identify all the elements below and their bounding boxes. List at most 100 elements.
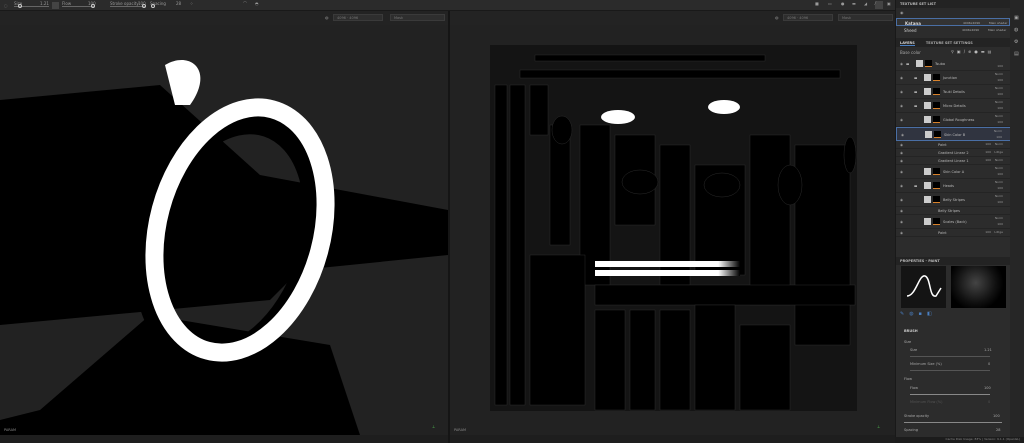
blend-mode[interactable]: Norm xyxy=(994,129,1002,133)
brush-section[interactable]: BRUSH xyxy=(904,329,918,333)
stroke-opacity-slider[interactable] xyxy=(110,6,146,7)
visibility-eye-icon[interactable]: ◉ xyxy=(900,118,903,122)
export-icon[interactable]: ▣ xyxy=(887,1,891,6)
flow-value[interactable]: 100 xyxy=(984,386,991,390)
blend-mode[interactable]: Norm xyxy=(995,166,1003,170)
blend-mode[interactable]: LiDge xyxy=(994,230,1003,234)
layer-sublayer[interactable]: ◉ Gradient Linear 1 Norm 100 xyxy=(896,157,1011,165)
layer-sublayer[interactable]: ◉ Paint LiDge 100 xyxy=(896,229,1011,237)
visibility-eye-icon[interactable]: ◉ xyxy=(901,133,904,137)
channel-select[interactable]: Base color xyxy=(900,50,921,55)
flow-slider[interactable] xyxy=(62,6,94,7)
visibility-eye-icon[interactable]: ◉ xyxy=(900,151,903,155)
blend-mode[interactable]: Norm xyxy=(995,158,1003,162)
tab-texture-set-settings[interactable]: TEXTURE SET SETTINGS xyxy=(926,41,973,45)
blend-mode[interactable]: Norm xyxy=(995,142,1003,146)
visibility-eye-icon[interactable]: ◉ xyxy=(900,231,903,235)
visibility-eye-icon[interactable]: ◉ xyxy=(900,104,903,108)
layer-opacity[interactable]: 100 xyxy=(997,92,1003,96)
stroke-opacity-slider[interactable] xyxy=(904,422,1002,423)
blend-mode[interactable]: Norm xyxy=(995,72,1003,76)
layer-opacity[interactable]: 100 xyxy=(997,120,1003,124)
min-size-slider[interactable] xyxy=(910,370,990,371)
size-value[interactable]: 1.21 xyxy=(984,348,992,352)
layer-row[interactable]: ◉ Skin Color B Norm 100 xyxy=(896,127,1011,141)
visibility-eye-icon[interactable]: ◉ xyxy=(900,143,903,147)
flow-slider[interactable] xyxy=(910,394,990,395)
size-pressure-button[interactable] xyxy=(52,2,59,9)
layer-row[interactable]: ◉ Skin Color A Norm 100 xyxy=(896,165,1011,179)
layer-row[interactable]: ◉ ▬ Micro Details Norm 100 xyxy=(896,99,1011,113)
spacing-value[interactable]: 28 xyxy=(996,428,1000,432)
visibility-eye-icon[interactable]: ◉ xyxy=(900,62,903,66)
blend-mode[interactable]: LiDge xyxy=(994,150,1003,154)
blend-mode[interactable]: Norm xyxy=(995,180,1003,184)
visibility-eye-icon[interactable]: ◉ xyxy=(900,209,903,213)
resolution-dropdown[interactable]: 4096 · 4096 xyxy=(333,14,383,21)
layer-opacity[interactable]: 100 xyxy=(997,106,1003,110)
visibility-eye-icon[interactable]: ◉ xyxy=(900,90,903,94)
visibility-eye-icon[interactable]: ◉ xyxy=(900,184,903,188)
tab-layers[interactable]: LAYERS xyxy=(900,41,915,46)
visibility-eye-icon[interactable]: ◉ xyxy=(900,220,903,224)
bake-icon[interactable]: ◢ xyxy=(864,1,867,6)
panel-shortcut-icons[interactable]: ▣ ◍ ⚙ ▤ xyxy=(1010,0,1024,72)
blend-mode[interactable]: Norm xyxy=(995,194,1003,198)
display-icon[interactable]: ▭ xyxy=(828,1,832,6)
visibility-eye-icon[interactable]: ◉ xyxy=(900,198,903,202)
stroke-opacity-handle[interactable] xyxy=(142,4,146,8)
layer-opacity[interactable]: 100 xyxy=(985,150,991,154)
min-size-value[interactable]: 0 xyxy=(988,362,990,366)
visibility-eye-icon[interactable]: ◉ xyxy=(900,76,903,80)
size-slider[interactable] xyxy=(910,356,990,357)
video-icon[interactable]: ▬ xyxy=(852,1,856,6)
render-icon[interactable]: ■ xyxy=(815,1,819,6)
blend-mode[interactable]: Norm xyxy=(995,100,1003,104)
layer-opacity[interactable]: 100 xyxy=(997,172,1003,176)
paint-mode-icon[interactable]: ⁄ xyxy=(875,1,883,9)
property-tabs-icons[interactable]: ✎◍▪◧ xyxy=(900,311,937,317)
visibility-eye-icon[interactable]: ◉ xyxy=(900,170,903,174)
layer-opacity[interactable]: 100 xyxy=(997,186,1003,190)
viewport-3d[interactable]: ⊥ xyxy=(0,25,448,435)
channel-dropdown[interactable]: Mask xyxy=(390,14,445,21)
layer-sublayer[interactable]: ◉ Paint Norm 100 xyxy=(896,141,1011,149)
layer-opacity[interactable]: 100 xyxy=(997,222,1003,226)
blend-mode[interactable]: Norm xyxy=(995,86,1003,90)
texture-set-item[interactable]: Katana 4096x4096 Main shader xyxy=(896,18,1010,26)
camera-icon[interactable]: ◓ xyxy=(255,1,259,6)
layer-opacity[interactable]: 100 xyxy=(997,64,1003,68)
texture-set-item[interactable]: Sheed 4096x4096 Main shader xyxy=(896,26,1010,34)
symmetry-icon[interactable]: ⁘ xyxy=(190,1,193,6)
layer-row[interactable]: ◉ Scales (Back) Norm 100 xyxy=(896,215,1011,229)
layer-row[interactable]: ◉ Global Roughness Norm 100 xyxy=(896,113,1011,127)
layer-actions-icons[interactable]: ⚲▣/⊕●▬▤ xyxy=(951,49,994,54)
blend-mode[interactable]: Norm xyxy=(995,114,1003,118)
layer-row[interactable]: ◉ ▬ Tsuki Details Norm 100 xyxy=(896,85,1011,99)
layer-opacity[interactable]: 100 xyxy=(985,142,991,146)
blend-mode[interactable]: Norm xyxy=(995,216,1003,220)
brush-icon[interactable]: ◌ xyxy=(4,3,8,8)
layer-row[interactable]: ◉ ▬ Junction Norm 100 xyxy=(896,71,1011,85)
size-slider-handle[interactable] xyxy=(18,4,22,8)
layer-opacity[interactable]: 100 xyxy=(985,158,991,162)
layer-opacity[interactable]: 100 xyxy=(996,135,1002,139)
layer-row[interactable]: ◉ Belly Stripes Norm 100 xyxy=(896,193,1011,207)
environment-icon[interactable]: ● xyxy=(841,1,845,6)
resolution-dropdown-2d[interactable]: 4096 · 4096 xyxy=(783,14,833,21)
eye-icon[interactable]: ◉ xyxy=(900,10,904,15)
layer-sublayer[interactable]: ◉ Gradient Linear 2 LiDge 100 xyxy=(896,149,1011,157)
spacing-slider-handle[interactable] xyxy=(151,4,155,8)
layer-sublayer[interactable]: ◉ Belly Stripes xyxy=(896,207,1011,215)
lazy-mouse-icon[interactable]: ⌒ xyxy=(243,1,247,7)
layer-row[interactable]: ◉ ▬ Heads Norm 100 xyxy=(896,179,1011,193)
viewport-2d[interactable]: ⊥ xyxy=(450,25,895,435)
flow-slider-handle[interactable] xyxy=(91,4,95,8)
stroke-opacity-value[interactable]: 100 xyxy=(993,414,1000,418)
layer-opacity[interactable]: 100 xyxy=(985,230,991,234)
layer-opacity[interactable]: 100 xyxy=(997,200,1003,204)
layer-row[interactable]: ◉ ▬ Tsuba 100 xyxy=(896,57,1011,71)
channel-dropdown-2d[interactable]: Mask xyxy=(838,14,893,21)
visibility-eye-icon[interactable]: ◉ xyxy=(900,159,903,163)
layer-opacity[interactable]: 100 xyxy=(997,78,1003,82)
